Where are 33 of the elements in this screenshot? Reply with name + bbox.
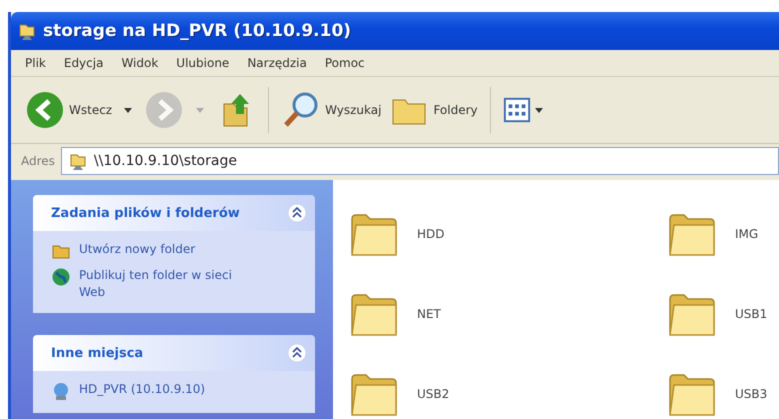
folder-name[interactable]: USB3 <box>735 387 768 401</box>
address-label: Adres <box>21 154 55 168</box>
menu-item[interactable]: Pomoc <box>324 56 365 70</box>
panel-header[interactable]: Zadania plików i folderów <box>33 195 315 231</box>
back-button[interactable]: Wstecz <box>25 90 112 130</box>
collapse-icon[interactable] <box>287 343 307 363</box>
folders-button[interactable]: Foldery <box>389 90 478 130</box>
menu-item[interactable]: Narzędzia <box>247 56 307 70</box>
folder-name[interactable]: USB2 <box>417 387 450 401</box>
panel-header[interactable]: Inne miejsca <box>33 335 315 371</box>
address-text[interactable]: \\10.10.9.10\storage <box>94 152 237 168</box>
computer-icon[interactable] <box>51 381 71 401</box>
globe-icon[interactable] <box>51 267 71 287</box>
folder-name[interactable]: USB1 <box>735 307 768 321</box>
menu-item[interactable]: Widok <box>121 56 158 70</box>
task-link[interactable]: Publikuj ten folder w sieci Web <box>79 267 249 301</box>
dropdown-arrow-icon[interactable] <box>124 108 132 112</box>
dropdown-arrow-icon[interactable] <box>534 108 543 112</box>
menu-item[interactable]: Plik <box>25 56 46 70</box>
address-field[interactable]: \\10.10.9.10\storage <box>60 146 779 174</box>
menu-item[interactable]: Edycja <box>64 56 104 70</box>
menu-item[interactable]: Ulubione <box>176 56 230 70</box>
task-link[interactable]: Utwórz nowy folder <box>79 241 249 258</box>
panel-title[interactable]: Zadania plików i folderów <box>51 206 240 220</box>
search-button[interactable]: Wyszukaj <box>281 90 382 130</box>
folder-name[interactable]: IMG <box>735 227 758 241</box>
views-grid-icon[interactable] <box>502 96 531 124</box>
folder-name[interactable]: HDD <box>417 227 445 241</box>
collapse-icon[interactable] <box>287 203 307 223</box>
window-title: storage na HD_PVR (10.10.9.10) <box>43 21 352 41</box>
views-button[interactable] <box>502 96 543 124</box>
folder-name[interactable]: NET <box>417 307 441 321</box>
panel-title[interactable]: Inne miejsca <box>51 346 144 360</box>
